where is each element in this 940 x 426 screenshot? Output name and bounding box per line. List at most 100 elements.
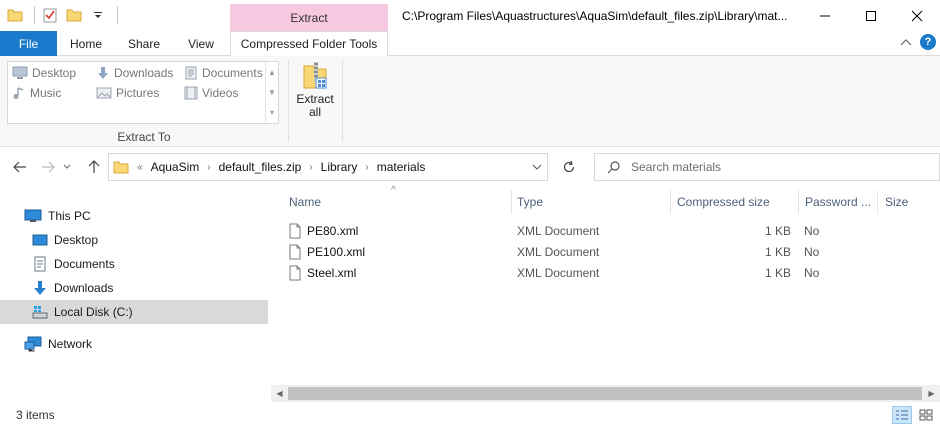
tab-view[interactable]: View	[173, 31, 229, 56]
file-row[interactable]: Steel.xml XML Document 1 KB No	[271, 262, 940, 283]
file-name: PE80.xml	[307, 223, 359, 238]
maximize-button[interactable]	[848, 0, 894, 31]
search-box[interactable]	[594, 153, 940, 181]
up-button[interactable]	[84, 157, 104, 177]
file-password: No	[804, 265, 820, 280]
column-header-size[interactable]: Size	[879, 188, 940, 216]
window-title: C:\Program Files\Aquastructures\AquaSim\…	[402, 9, 788, 23]
nav-item-label: This PC	[48, 209, 91, 223]
properties-icon[interactable]	[41, 6, 59, 24]
column-header-compressed-size[interactable]: Compressed size	[671, 188, 798, 216]
folder-icon	[113, 161, 129, 174]
nav-item-downloads[interactable]: Downloads	[0, 276, 268, 300]
file-row[interactable]: PE80.xml XML Document 1 KB No	[271, 220, 940, 241]
ribbon-controls: ?	[900, 34, 936, 50]
videos-icon	[184, 86, 198, 100]
tab-home[interactable]: Home	[57, 31, 115, 56]
desktop-icon	[32, 234, 48, 246]
extract-all-button[interactable]: Extract all	[293, 60, 337, 126]
group-divider	[342, 60, 343, 142]
file-compressed-size: 1 KB	[764, 265, 791, 280]
customize-toolbar-icon[interactable]	[89, 6, 107, 24]
extract-to-group-label: Extract To	[117, 130, 171, 144]
nav-item-local-disk-c[interactable]: Local Disk (C:)	[0, 300, 268, 324]
large-icons-view-button[interactable]	[916, 406, 936, 424]
tab-compressed-folder-tools[interactable]: Compressed Folder Tools	[230, 31, 388, 57]
file-name: Steel.xml	[307, 265, 357, 280]
close-button[interactable]	[894, 0, 940, 31]
file-type: XML Document	[517, 223, 600, 238]
forward-button[interactable]	[38, 157, 58, 177]
extract-context-group: Extract	[230, 4, 388, 31]
toolbar-divider	[117, 6, 118, 24]
file-compressed-size: 1 KB	[764, 223, 791, 238]
scroll-left-icon[interactable]: ◀	[271, 385, 288, 402]
recent-locations-button[interactable]	[60, 157, 74, 177]
extract-all-line2: all	[308, 105, 321, 119]
refresh-button[interactable]	[554, 153, 584, 181]
chevron-right-icon[interactable]: ›	[207, 162, 210, 173]
extract-to-downloads[interactable]: Downloads	[96, 66, 173, 80]
extract-to-music[interactable]: Music	[12, 86, 61, 100]
nav-item-label: Local Disk (C:)	[54, 305, 133, 319]
extract-to-label: Documents	[202, 66, 263, 80]
scroll-right-icon[interactable]: ▶	[923, 385, 940, 402]
tab-file[interactable]: File	[0, 31, 57, 56]
folder-icon[interactable]	[6, 6, 24, 24]
scrollbar-thumb[interactable]	[288, 387, 922, 400]
column-header-type[interactable]: Type	[511, 188, 669, 216]
extract-to-label: Desktop	[32, 66, 77, 80]
nav-item-this-pc[interactable]: This PC	[0, 204, 268, 228]
quick-access-toolbar	[6, 6, 118, 24]
extract-to-pictures[interactable]: Pictures	[96, 86, 159, 100]
back-button[interactable]	[10, 157, 30, 177]
documents-icon	[185, 66, 197, 80]
minimize-button[interactable]	[802, 0, 848, 31]
title-bar: Extract C:\Program Files\Aquastructures\…	[0, 0, 940, 31]
gallery-down-icon[interactable]: ▼	[268, 88, 276, 97]
nav-item-network[interactable]: Network	[0, 332, 268, 356]
gallery-scroller[interactable]: ▲ ▼ ▾	[265, 62, 278, 123]
ribbon-tabs: File Home Share View Compressed Folder T…	[0, 31, 940, 57]
overflow-icon[interactable]: «	[137, 162, 143, 173]
chevron-right-icon[interactable]: ›	[309, 162, 312, 173]
nav-item-desktop[interactable]: Desktop	[0, 228, 268, 252]
breadcrumb-library[interactable]: Library	[321, 160, 358, 174]
column-header-password[interactable]: Password ...	[799, 188, 876, 216]
nav-item-label: Network	[48, 337, 93, 351]
extract-to-label: Music	[30, 86, 62, 100]
extract-to-documents[interactable]: Documents	[184, 66, 263, 80]
pictures-icon	[96, 87, 112, 99]
chevron-down-icon	[532, 164, 542, 170]
extract-to-videos[interactable]: Videos	[184, 86, 238, 100]
chevron-right-icon[interactable]: ›	[365, 162, 368, 173]
gallery-more-icon[interactable]: ▾	[270, 108, 274, 117]
column-header-name[interactable]: Name	[283, 188, 511, 216]
breadcrumb-default-files-zip[interactable]: default_files.zip	[219, 160, 302, 174]
breadcrumb-materials[interactable]: materials	[377, 160, 426, 174]
breadcrumb-aquasim[interactable]: AquaSim	[151, 160, 200, 174]
file-name-cell: PE100.xml	[289, 241, 365, 262]
collapse-ribbon-icon[interactable]	[900, 38, 912, 46]
tab-share[interactable]: Share	[115, 31, 173, 56]
details-view-button[interactable]	[892, 406, 912, 424]
column-divider[interactable]	[877, 190, 878, 214]
help-icon[interactable]: ?	[920, 34, 936, 50]
nav-item-documents[interactable]: Documents	[0, 252, 268, 276]
address-history-button[interactable]	[526, 153, 548, 181]
search-icon	[607, 161, 620, 174]
navigation-bar: « AquaSim › default_files.zip › Library …	[0, 152, 940, 182]
status-bar: 3 items	[0, 404, 940, 426]
search-input[interactable]	[631, 160, 911, 174]
file-row[interactable]: PE100.xml XML Document 1 KB No	[271, 241, 940, 262]
desktop-icon	[12, 66, 28, 79]
address-bar[interactable]: « AquaSim › default_files.zip › Library …	[108, 153, 548, 181]
extract-to-gallery: Desktop Downloads Documents Music Pictur…	[7, 61, 279, 124]
file-password: No	[804, 244, 820, 259]
new-folder-icon[interactable]	[65, 6, 83, 24]
gallery-up-icon[interactable]: ▲	[268, 68, 276, 77]
horizontal-scrollbar[interactable]: ◀ ▶	[271, 385, 940, 402]
extract-to-label: Videos	[202, 86, 239, 100]
extract-to-desktop[interactable]: Desktop	[12, 66, 76, 80]
file-list: ^ Name Type Compressed size Password ...…	[271, 185, 940, 404]
